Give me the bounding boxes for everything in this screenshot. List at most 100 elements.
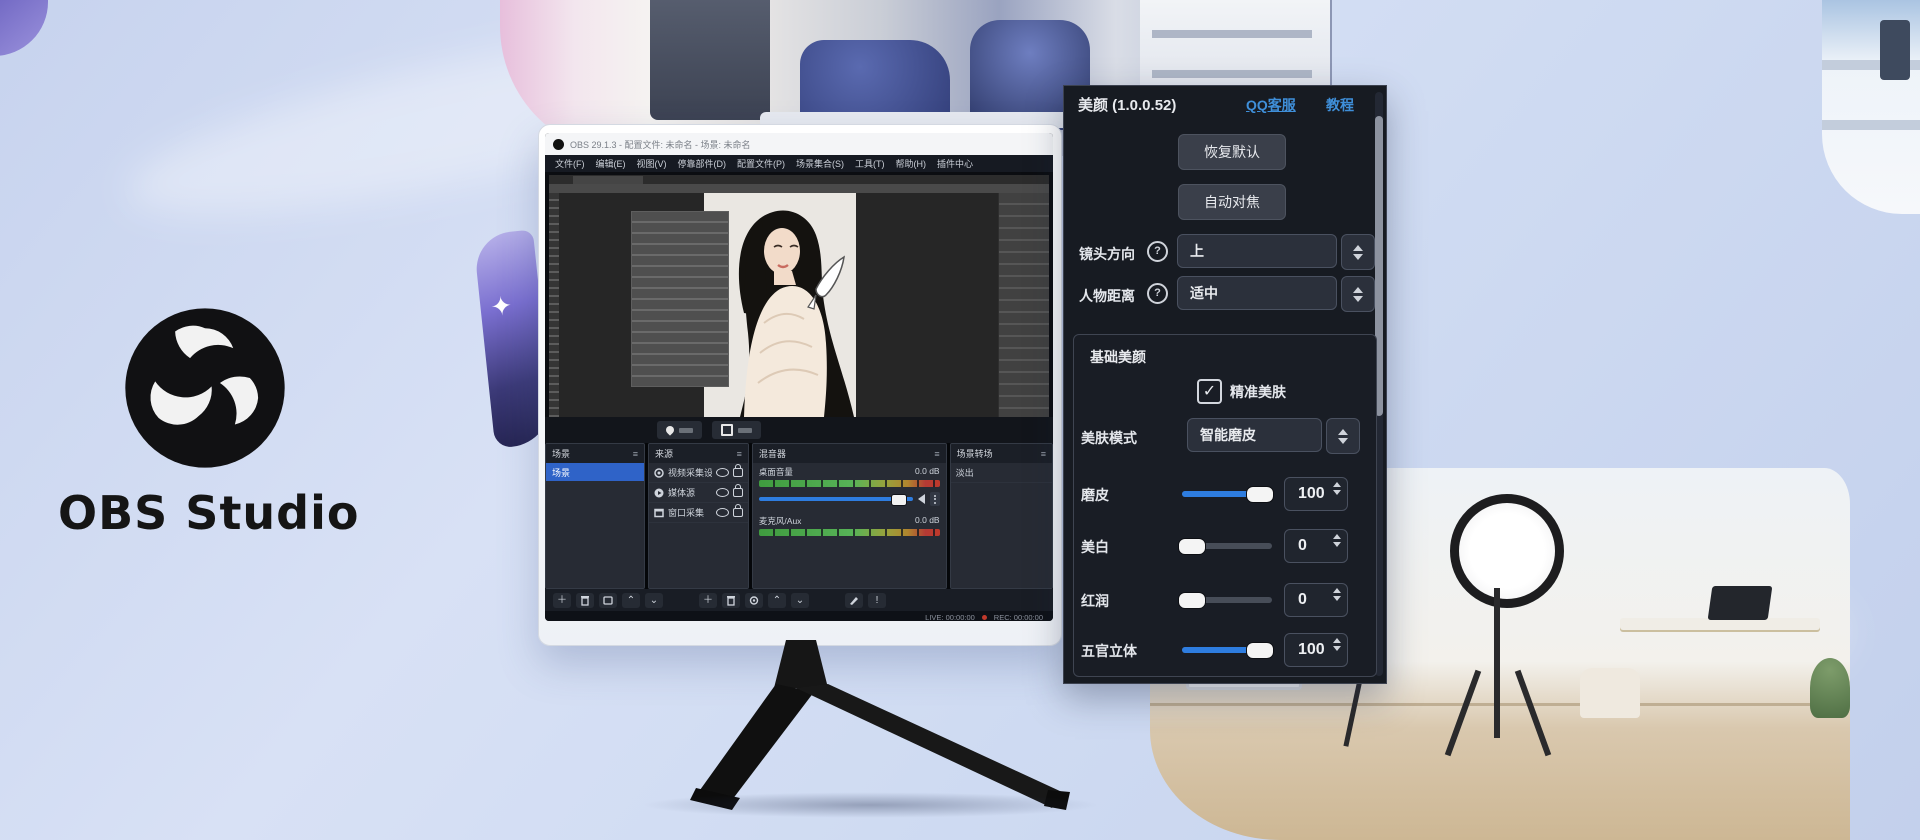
preview-pin-button[interactable]	[657, 421, 702, 439]
whitening-slider-handle[interactable]	[1178, 538, 1206, 555]
menu-profile[interactable]: 配置文件(P)	[737, 157, 785, 170]
spin-arrows-icon[interactable]	[1333, 638, 1341, 651]
channel-options-icon[interactable]	[930, 492, 940, 506]
bg-photo-shelf-fragment	[1822, 0, 1920, 214]
face-3d-slider-handle[interactable]	[1246, 642, 1274, 659]
face-3d-value[interactable]: 100	[1284, 633, 1348, 667]
trash-icon[interactable]	[722, 593, 740, 608]
captured-photoshop-window	[549, 175, 1049, 417]
visibility-eye-icon[interactable]	[716, 508, 729, 517]
bg-corner-fragment	[0, 0, 48, 56]
filter-icon[interactable]	[599, 593, 617, 608]
transitions-dock: 场景转场≡ 淡出	[950, 443, 1053, 589]
add-icon[interactable]: ＋	[553, 593, 571, 608]
lock-icon[interactable]	[733, 508, 743, 517]
source-row[interactable]: 媒体源	[649, 483, 748, 503]
move-up-icon[interactable]: ⌃	[622, 593, 640, 608]
move-down-icon[interactable]: ⌄	[791, 593, 809, 608]
speaker-icon[interactable]	[918, 494, 925, 504]
live-time: LIVE: 00:00:00	[925, 613, 975, 622]
dock-menu-icon[interactable]: ≡	[934, 449, 939, 459]
ps-floating-panel	[631, 211, 729, 387]
precise-skin-label: 精准美肤	[1230, 382, 1286, 402]
menu-edit[interactable]: 编辑(E)	[596, 157, 626, 170]
question-circle-icon[interactable]: ?	[1147, 241, 1168, 262]
autofocus-button[interactable]: 自动对焦	[1178, 184, 1286, 220]
scenes-dock: 场景≡ 场景	[545, 443, 645, 589]
obs-docks: 场景≡ 场景 来源≡ 视频采集设备A	[545, 443, 1053, 589]
dock-menu-icon[interactable]: ≡	[1041, 449, 1046, 459]
move-up-icon[interactable]: ⌃	[768, 593, 786, 608]
spin-arrows-icon[interactable]	[1333, 588, 1341, 601]
preview-window-button[interactable]	[712, 421, 761, 439]
menu-tools[interactable]: 工具(T)	[855, 157, 885, 170]
smoothing-value[interactable]: 100	[1284, 477, 1348, 511]
ps-right-panels	[998, 193, 1049, 417]
ps-toolbar	[549, 193, 559, 417]
lock-icon[interactable]	[733, 488, 743, 497]
source-row[interactable]: 视频采集设备A	[649, 463, 748, 483]
transition-select[interactable]: 淡出	[951, 463, 1052, 483]
audio-meter	[759, 529, 940, 536]
dock-menu-icon[interactable]: ≡	[633, 449, 638, 459]
desktop: ✦ OBS Studio OBS 29.1.3 - 配置文件: 未命名 - 场景…	[0, 0, 1920, 840]
whitening-value[interactable]: 0	[1284, 529, 1348, 563]
lens-direction-stepper[interactable]	[1341, 234, 1375, 270]
menu-help[interactable]: 帮助(H)	[896, 157, 927, 170]
obs-logo	[122, 305, 288, 471]
restore-defaults-button[interactable]: 恢复默认	[1178, 134, 1286, 170]
window-icon	[721, 424, 733, 436]
lens-direction-label: 镜头方向	[1079, 244, 1135, 264]
ps-canvas	[559, 193, 999, 417]
lock-icon[interactable]	[733, 468, 743, 477]
gear-icon[interactable]	[745, 593, 763, 608]
person-distance-label: 人物距离	[1079, 286, 1135, 306]
whitening-label: 美白	[1081, 537, 1109, 557]
alert-icon[interactable]: !	[868, 593, 886, 608]
rec-dot-icon	[982, 615, 987, 620]
beauty-plugin-panel: 美颜 (1.0.0.52) QQ客服 教程 恢复默认 自动对焦 镜头方向 ? 上…	[1063, 85, 1387, 684]
person-distance-select[interactable]: 适中	[1177, 276, 1337, 310]
volume-slider[interactable]	[759, 497, 913, 501]
spin-arrows-icon[interactable]	[1333, 482, 1341, 495]
menu-file[interactable]: 文件(F)	[555, 157, 585, 170]
source-row[interactable]: 窗口采集	[649, 503, 748, 523]
visibility-eye-icon[interactable]	[716, 468, 729, 477]
basic-beauty-group: 基础美颜 ✓ 精准美肤 美肤模式 智能磨皮 磨皮 100 美白	[1073, 334, 1377, 677]
spin-arrows-icon[interactable]	[1333, 534, 1341, 547]
rosy-slider-handle[interactable]	[1178, 592, 1206, 609]
skin-mode-stepper[interactable]	[1326, 418, 1360, 454]
menu-view[interactable]: 视图(V)	[637, 157, 667, 170]
window-capture-icon	[654, 508, 664, 518]
move-down-icon[interactable]: ⌄	[645, 593, 663, 608]
mixer-dock: 混音器≡ 桌面音量0.0 dB 麦克风/Aux0.0	[752, 443, 947, 589]
skin-mode-select[interactable]: 智能磨皮	[1187, 418, 1322, 452]
visibility-eye-icon[interactable]	[716, 488, 729, 497]
window-title: OBS 29.1.3 - 配置文件: 未命名 - 场景: 未命名	[570, 138, 751, 151]
menu-scene-collection[interactable]: 场景集合(S)	[796, 157, 844, 170]
obs-preview-canvas[interactable]	[545, 172, 1053, 417]
obs-menubar: 文件(F) 编辑(E) 视图(V) 停靠部件(D) 配置文件(P) 场景集合(S…	[545, 155, 1053, 172]
question-circle-icon[interactable]: ?	[1147, 283, 1168, 304]
smoothing-slider-handle[interactable]	[1246, 486, 1274, 503]
qq-support-link[interactable]: QQ客服	[1246, 95, 1296, 115]
rec-time: REC: 00:00:00	[994, 613, 1043, 622]
add-icon[interactable]: ＋	[699, 593, 717, 608]
preview-button-strip	[545, 417, 1053, 443]
menu-plugin-center[interactable]: 插件中心	[937, 157, 973, 170]
smoothing-label: 磨皮	[1081, 485, 1109, 505]
trash-icon[interactable]	[576, 593, 594, 608]
precise-skin-checkbox[interactable]: ✓	[1197, 379, 1222, 404]
lens-direction-select[interactable]: 上	[1177, 234, 1337, 268]
scene-list-item[interactable]: 场景	[546, 463, 644, 481]
monitor-shadow	[640, 792, 1100, 818]
menu-docks[interactable]: 停靠部件(D)	[678, 157, 727, 170]
tutorial-link[interactable]: 教程	[1326, 95, 1354, 115]
dock-toolbars: ＋ ⌃ ⌄ ＋ ⌃ ⌄ !	[545, 589, 1053, 611]
person-distance-stepper[interactable]	[1341, 276, 1375, 312]
pencil-icon[interactable]	[845, 593, 863, 608]
obs-app-icon	[553, 139, 564, 150]
monitor: OBS 29.1.3 - 配置文件: 未命名 - 场景: 未命名 文件(F) 编…	[538, 124, 1062, 646]
rosy-value[interactable]: 0	[1284, 583, 1348, 617]
dock-menu-icon[interactable]: ≡	[737, 449, 742, 459]
